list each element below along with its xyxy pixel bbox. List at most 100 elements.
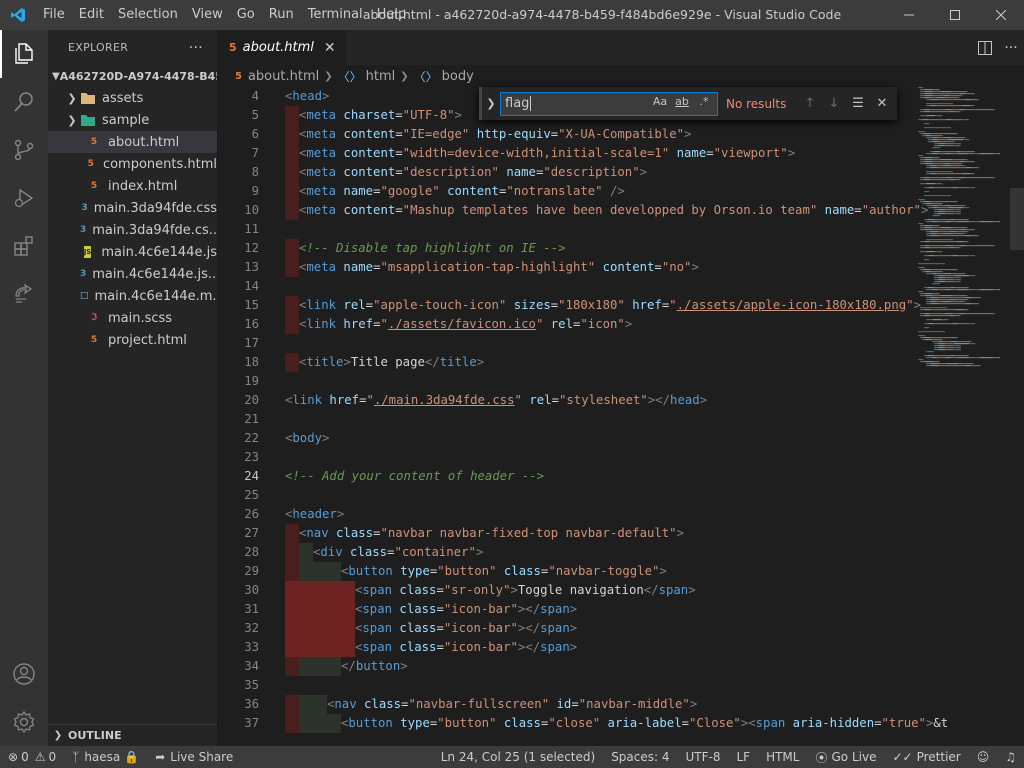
code-text: <button type="button" class="navbar-togg… bbox=[341, 562, 667, 581]
remote-explorer-icon[interactable] bbox=[0, 270, 48, 318]
close-window-button[interactable] bbox=[978, 0, 1024, 30]
file-tree-item-main-3da94fde-cs[interactable]: 3 main.3da94fde.cs... bbox=[48, 219, 217, 241]
problems-indicator[interactable]: ⊗ 0 ⚠ 0 bbox=[0, 746, 64, 768]
settings-gear-icon[interactable] bbox=[0, 698, 48, 746]
minimap-line bbox=[973, 173, 975, 175]
end-of-line[interactable]: LF bbox=[728, 746, 758, 768]
menu-go[interactable]: Go bbox=[230, 0, 262, 30]
file-tree-item-main-4c6e144e-js[interactable]: JS main.4c6e144e.js bbox=[48, 241, 217, 263]
minimap-line bbox=[926, 251, 936, 253]
file-tree-item-sample[interactable]: ❯ sample bbox=[48, 109, 217, 131]
find-input[interactable]: flag Aa ab .* bbox=[500, 91, 718, 116]
minimap-line bbox=[967, 221, 969, 223]
vertical-scrollbar[interactable] bbox=[1010, 87, 1024, 746]
file-tree-item-main-scss[interactable]: ℑmain.scss bbox=[48, 307, 217, 329]
minimap-line bbox=[956, 277, 961, 279]
feedback-icon[interactable]: ☺ bbox=[969, 746, 998, 768]
minimap-line bbox=[924, 309, 929, 311]
menu-selection[interactable]: Selection bbox=[111, 0, 185, 30]
indent-guide-highlight bbox=[285, 315, 299, 334]
close-find-icon[interactable]: ✕ bbox=[870, 96, 894, 111]
menu-view[interactable]: View bbox=[185, 0, 230, 30]
file-tree-item-assets[interactable]: ❯ assets bbox=[48, 87, 217, 109]
tab-about-html[interactable]: 5 about.html ✕ bbox=[219, 30, 346, 65]
minimap-line bbox=[938, 145, 944, 147]
maximize-button[interactable] bbox=[932, 0, 978, 30]
code-editor[interactable]: 4 <head> 5 <meta charset="UTF-8"> 6 <meta con… bbox=[219, 87, 1024, 746]
file-tree-item-label: main.4c6e144e.js bbox=[101, 244, 217, 260]
menu-run[interactable]: Run bbox=[262, 0, 301, 30]
minimap-line bbox=[938, 297, 966, 299]
breadcrumb-body[interactable]: body bbox=[442, 69, 474, 84]
match-case-icon[interactable]: Aa bbox=[651, 95, 669, 108]
source-control-icon[interactable] bbox=[0, 126, 48, 174]
minimap-line bbox=[931, 227, 933, 229]
minimap-line bbox=[927, 351, 934, 353]
file-tree-item-project-html[interactable]: 5 project.html bbox=[48, 329, 217, 351]
encoding[interactable]: UTF-8 bbox=[678, 746, 729, 768]
menu-help[interactable]: Help bbox=[370, 0, 414, 30]
code-token: "stylesheet" bbox=[558, 393, 648, 407]
menu-terminal[interactable]: Terminal bbox=[301, 0, 370, 30]
breadcrumb-html[interactable]: html bbox=[366, 69, 396, 84]
file-tree-item-about-html[interactable]: 5 about.html bbox=[48, 131, 217, 153]
file-tree-item-main-4c6e144e-js[interactable]: 3 main.4c6e144e.js.... bbox=[48, 263, 217, 285]
extensions-icon[interactable] bbox=[0, 222, 48, 270]
minimize-button[interactable] bbox=[886, 0, 932, 30]
minimap-line bbox=[960, 347, 961, 349]
file-tree-item-main-3da94fde-css[interactable]: 3 main.3da94fde.css bbox=[48, 197, 217, 219]
split-editor-icon[interactable] bbox=[972, 35, 998, 61]
menu-file[interactable]: File bbox=[36, 0, 72, 30]
more-actions-icon[interactable]: ··· bbox=[189, 40, 203, 56]
prettier-button[interactable]: ✓✓ Prettier bbox=[884, 746, 968, 768]
account-icon[interactable] bbox=[0, 650, 48, 698]
toggle-replace-icon[interactable]: ❯ bbox=[482, 97, 500, 110]
minimap-line bbox=[998, 153, 1000, 155]
explorer-icon[interactable] bbox=[0, 30, 48, 78]
minimap-line bbox=[932, 137, 937, 139]
minimap-line bbox=[967, 299, 969, 301]
code-token: nav bbox=[306, 526, 329, 540]
minimap-line bbox=[943, 275, 945, 277]
minimap-line bbox=[926, 99, 931, 101]
user-indicator[interactable]: ᛉ haesa 🔒 bbox=[64, 746, 147, 768]
minimap-line bbox=[932, 147, 934, 149]
file-tree-item-main-4c6e144e-m[interactable]: □ main.4c6e144e.m... bbox=[48, 285, 217, 307]
minimap-line bbox=[924, 313, 929, 315]
notifications-bell-icon[interactable]: ♫ bbox=[997, 746, 1024, 768]
minimap[interactable] bbox=[916, 87, 1010, 387]
run-debug-icon[interactable] bbox=[0, 174, 48, 222]
file-tree-item-components-html[interactable]: 5 components.html bbox=[48, 153, 217, 175]
search-icon[interactable] bbox=[0, 78, 48, 126]
live-share-button[interactable]: ➦ Live Share bbox=[147, 746, 241, 768]
next-match-icon[interactable]: ↓ bbox=[822, 96, 846, 111]
menu-edit[interactable]: Edit bbox=[72, 0, 111, 30]
minimap-line bbox=[934, 209, 935, 211]
minimap-line bbox=[937, 99, 939, 101]
indentation[interactable]: Spaces: 4 bbox=[603, 746, 677, 768]
minimap-line bbox=[924, 177, 929, 179]
minimap-line bbox=[949, 315, 954, 317]
file-tree-item-index-html[interactable]: 5 index.html bbox=[48, 175, 217, 197]
go-live-button[interactable]: ⦿ Go Live bbox=[807, 746, 884, 768]
minimap-line bbox=[950, 357, 952, 359]
find-in-selection-icon[interactable]: ☰ bbox=[846, 96, 870, 111]
minimap-line bbox=[938, 209, 944, 211]
minimap-line bbox=[969, 105, 971, 107]
workspace-folder-header[interactable]: ▼ A462720D-A974-4478-B45... bbox=[48, 65, 217, 87]
code-token: </ bbox=[341, 659, 356, 673]
language-mode[interactable]: HTML bbox=[758, 746, 807, 768]
match-whole-word-icon[interactable]: ab bbox=[673, 95, 691, 108]
minimap-line bbox=[954, 299, 956, 301]
minimap-line bbox=[937, 251, 942, 253]
close-tab-icon[interactable]: ✕ bbox=[324, 40, 336, 56]
minimap-line bbox=[943, 277, 945, 279]
breadcrumb-file[interactable]: about.html bbox=[248, 69, 319, 84]
minimap-line bbox=[969, 275, 971, 277]
cursor-position[interactable]: Ln 24, Col 25 (1 selected) bbox=[433, 746, 603, 768]
outline-section-header[interactable]: ❯ OUTLINE bbox=[48, 724, 217, 746]
previous-match-icon[interactable]: ↑ bbox=[798, 96, 822, 111]
use-regex-icon[interactable]: .* bbox=[695, 95, 713, 108]
more-editor-actions-icon[interactable]: ··· bbox=[998, 35, 1024, 61]
minimap-line bbox=[970, 275, 975, 277]
